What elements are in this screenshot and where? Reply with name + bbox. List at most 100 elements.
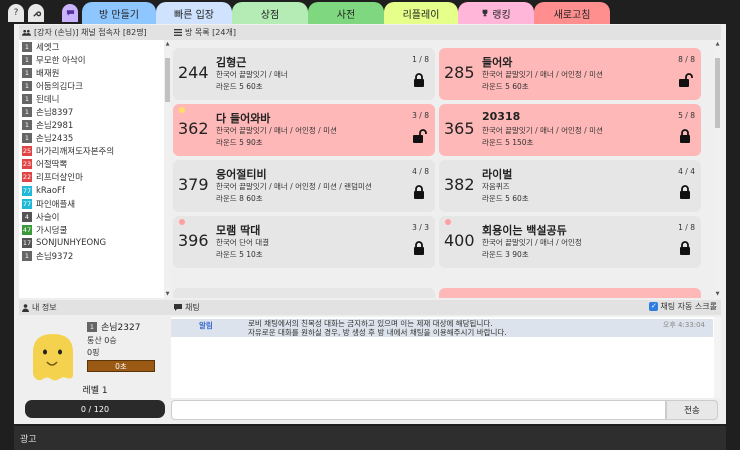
lock-icon: [413, 185, 425, 199]
room-status-dot: [179, 107, 185, 113]
user-list-item[interactable]: 1 된데니: [19, 92, 171, 105]
user-name: 손님8397: [36, 108, 74, 119]
tab-label: 리플레이: [402, 9, 440, 21]
autoscroll-toggle[interactable]: ✓ 채팅 자동 스크롤: [649, 301, 717, 312]
room-number: 400: [444, 231, 475, 250]
room-round-info: 라운드 5 90초: [216, 138, 263, 147]
tab-replay[interactable]: 리플레이: [384, 2, 458, 24]
user-list-item[interactable]: 1 손님8397: [19, 105, 171, 118]
user-level-badge: 1: [22, 80, 32, 91]
status-bar-label: 0초: [115, 361, 127, 371]
autoscroll-checkbox[interactable]: ✓: [649, 302, 659, 311]
lock-icon: [679, 129, 691, 143]
user-level-badge: 77: [22, 185, 32, 196]
lock-icon: [413, 73, 425, 87]
chat-log[interactable]: 알림 로비 채팅에서의 친목성 대화는 금지하고 있으며 이는 제재 대상에 해…: [171, 317, 721, 398]
user-list-item[interactable]: 4 사슬이: [19, 210, 171, 223]
room-options: 한국어 끝말잇기 / 매너: [216, 70, 288, 79]
my-info-panel: 내 정보 1 손님2327 통산 0승 0핑 0초 레벨 1 0 / 120: [19, 300, 171, 422]
tab-ranking[interactable]: 랭킹: [458, 2, 534, 24]
room-card[interactable]: 362 다 들어와바 한국어 끝말잇기 / 매너 / 어인정 / 미션 라운드 5 9…: [173, 104, 435, 156]
room-round-info: 라운드 5 150초: [482, 138, 534, 147]
chat-panel: 채팅 ✓ 채팅 자동 스크롤 알림 로비 채팅에서의 친목성 대화는 금지하고 …: [171, 300, 721, 422]
autoscroll-label: 채팅 자동 스크롤: [660, 302, 717, 311]
settings-icon[interactable]: [28, 4, 44, 22]
user-list[interactable]: 1 세엣그 1 무모한 아삭이 1 배재원 1 어둡의김다크 1 된데니 1 손님8397 1 손님298…: [19, 40, 171, 298]
user-list-item[interactable]: 1 세엣그: [19, 40, 171, 53]
user-list-item[interactable]: 1 손님2981: [19, 119, 171, 132]
room-title: 20318: [482, 110, 521, 123]
help-icon[interactable]: ?: [8, 4, 24, 22]
myinfo-title: 내 정보: [32, 303, 57, 312]
tab-label: 랭킹: [492, 9, 511, 21]
room-player-count: 4 / 8: [412, 167, 429, 176]
room-number: 365: [444, 119, 475, 138]
chat-input[interactable]: [171, 400, 666, 420]
user-list-item[interactable]: 47 가시덩쿨: [19, 223, 171, 236]
chat-scrollbar[interactable]: [714, 317, 721, 398]
user-name: 어둡의김다크: [36, 81, 83, 92]
room-player-count: 3 / 8: [412, 111, 429, 120]
room-player-count: 3 / 3: [412, 223, 429, 232]
userlist-header: [강자 (손님)] 채널 접속자 [82명]: [19, 25, 171, 40]
room-round-info: 라운드 5 60초: [216, 82, 263, 91]
room-title: 회용이는 백설공듀: [482, 224, 567, 237]
room-card-partial[interactable]: [439, 288, 701, 298]
room-card[interactable]: 365 20318 한국어 끝말잇기 / 매너 / 어인정 / 미션라운드 5 15…: [439, 104, 701, 156]
tab-shop[interactable]: 상점: [232, 2, 308, 24]
user-name: SONJUNHYEONG: [36, 237, 107, 248]
user-list-item[interactable]: 25 머가리깨져도자본주의: [19, 145, 171, 158]
room-player-count: 1 / 8: [412, 55, 429, 64]
tab-label: 사전: [336, 9, 356, 21]
user-list-item[interactable]: 22 리프더살인마: [19, 171, 171, 184]
room-status-dot: [179, 219, 185, 225]
room-card[interactable]: 379 응어절티비 한국어 끝말잇기 / 매너 / 어인정 / 미션 / 랜덤미션 라…: [173, 160, 435, 212]
user-list-item[interactable]: 17 SONJUNHYEONG: [19, 236, 171, 249]
user-name: 어절딱뽁: [36, 160, 68, 171]
tab-create-room[interactable]: 방 만들기: [82, 2, 156, 24]
user-list-item[interactable]: 23 어절딱뽁: [19, 158, 171, 171]
user-list-item[interactable]: 1 무모한 아삭이: [19, 53, 171, 66]
room-card[interactable]: 400 회용이는 백설공듀 한국어 끝말잇기 / 매너 / 어인정 라운드 3 90초…: [439, 216, 701, 268]
ad-bar: 광고: [14, 426, 726, 450]
room-options: 한국어 끝말잇기 / 매너 / 어인정 / 미션 / 랜덤미션: [216, 182, 372, 191]
send-button[interactable]: 전송: [666, 400, 718, 420]
room-card[interactable]: 382 라이벌 자음퀴즈 라운드 5 60초 4 / 4: [439, 160, 701, 212]
user-list-item[interactable]: 77 파인애플새: [19, 197, 171, 210]
user-level-badge: 1: [22, 54, 32, 65]
app: ? 방 만들기 빠른 입장 상점 사전 리플레이 랭킹 새로고침 [강자 (손님…: [0, 0, 740, 450]
room-round-info: 라운드 8 60초: [216, 194, 263, 203]
room-player-count: 5 / 8: [678, 111, 695, 120]
user-list-item[interactable]: 1 손님9372: [19, 250, 171, 263]
user-name: 세엣그: [36, 42, 60, 53]
user-level-badge: 1: [22, 41, 32, 52]
room-card[interactable]: 244 김형근 한국어 끝말잇기 / 매너 라운드 5 60초 1 / 8: [173, 48, 435, 100]
chat-title: 채팅: [185, 303, 200, 312]
user-list-item[interactable]: 1 어둡의김다크: [19, 79, 171, 92]
room-options: 한국어 끝말잇기 / 매너 / 어인정 / 미션: [482, 126, 603, 135]
tab-label: 새로고침: [553, 9, 591, 21]
tab-dictionary[interactable]: 사전: [308, 2, 384, 24]
room-number: 244: [178, 63, 209, 82]
exp-bar: 0 / 120: [25, 400, 165, 418]
room-card-partial[interactable]: [173, 288, 435, 298]
user-name: 된데니: [36, 94, 60, 105]
user-level-badge: 1: [22, 251, 32, 262]
tab-refresh[interactable]: 새로고침: [534, 2, 610, 24]
room-card[interactable]: 396 모램 딱대 한국어 단어 대결 라운드 5 10초 3 / 3: [173, 216, 435, 268]
user-name: 사슬이: [36, 212, 60, 223]
room-card[interactable]: 285 들어와 한국어 끝말잇기 / 매너 / 어인정 / 미션 라운드 5 60초 8…: [439, 48, 701, 100]
room-list[interactable]: 244 김형근 한국어 끝말잇기 / 매너 라운드 5 60초 1 / 8 285 들어와 한…: [171, 40, 721, 298]
roomlist-scrollbar[interactable]: ▲ ▼: [714, 40, 721, 298]
lobby-panel: [강자 (손님)] 채널 접속자 [82명] 1 세엣그 1 무모한 아삭이 1 배재원 1…: [14, 24, 726, 424]
chat-icon[interactable]: [62, 4, 78, 22]
user-list-item[interactable]: 77 kRaoFf: [19, 184, 171, 197]
tab-quick-join[interactable]: 빠른 입장: [156, 2, 232, 24]
my-level: 레벨 1: [82, 386, 108, 396]
user-level-badge: 17: [22, 237, 32, 248]
userlist-scrollbar[interactable]: ▲ ▼: [164, 40, 171, 298]
user-name: 무모한 아삭이: [36, 55, 86, 66]
user-list-item[interactable]: 1 배재원: [19, 66, 171, 79]
user-list-item[interactable]: 1 손님2435: [19, 132, 171, 145]
room-options: 한국어 단어 대결: [216, 238, 270, 247]
